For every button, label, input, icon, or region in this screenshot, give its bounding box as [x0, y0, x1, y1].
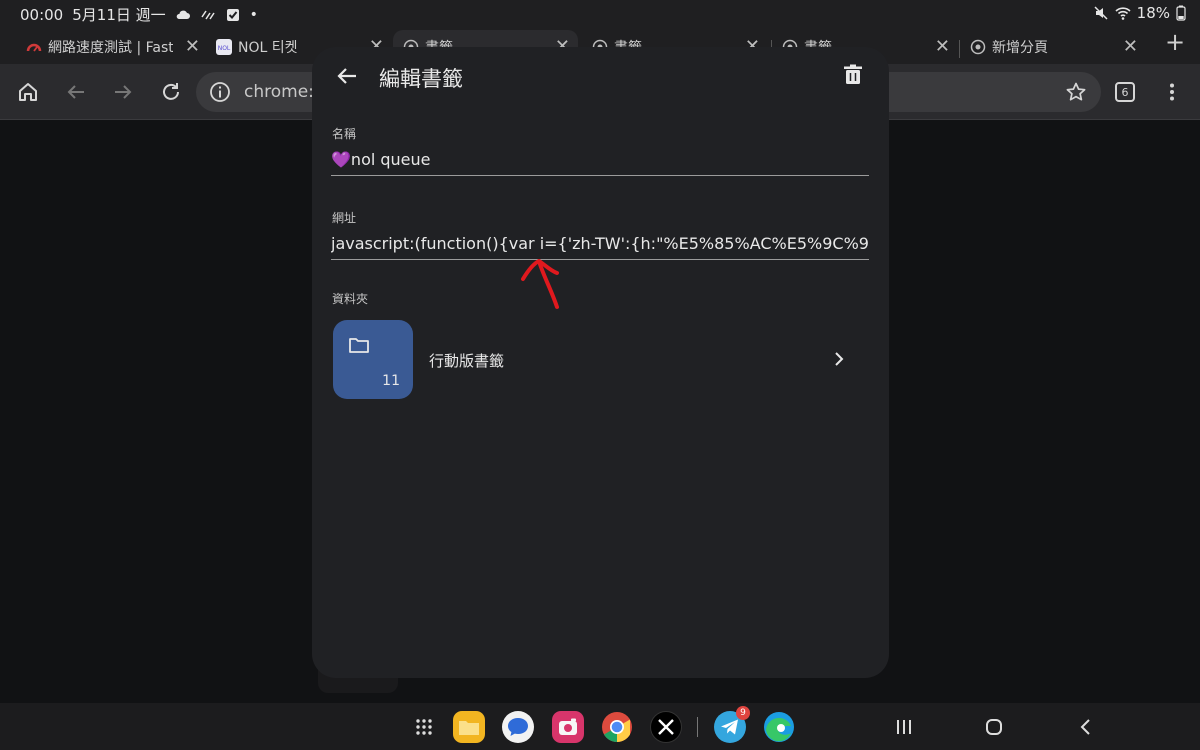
nol-logo-icon: NOL — [216, 39, 232, 55]
dock-divider — [697, 717, 698, 737]
site-info-icon[interactable] — [209, 81, 231, 103]
close-tab-icon[interactable]: ✕ — [1123, 36, 1138, 57]
close-tab-icon[interactable]: ✕ — [185, 36, 200, 57]
home-icon — [19, 83, 37, 101]
mute-icon — [1094, 6, 1108, 20]
status-date: 5月11日 週一 — [72, 6, 166, 24]
bookmark-star-icon[interactable] — [1065, 81, 1087, 103]
folder-icon — [349, 338, 369, 353]
folder-tile[interactable]: 11 — [333, 320, 413, 399]
status-time: 00:00 — [20, 5, 64, 24]
forward-arrow-icon — [115, 85, 132, 99]
back-arrow-icon — [337, 68, 356, 84]
delete-bookmark-button[interactable] — [841, 63, 865, 87]
dock-edge-app[interactable] — [763, 711, 795, 743]
dock-x-app[interactable] — [650, 711, 682, 743]
forward-button[interactable] — [109, 78, 137, 106]
folder-name: 行動版書籤 — [429, 352, 505, 370]
back-button[interactable] — [62, 78, 90, 106]
trash-icon — [844, 64, 862, 84]
system-nav-bar: 9 — [0, 703, 1200, 750]
back-arrow-icon — [67, 85, 84, 99]
edit-bookmark-dialog: 編輯書籤 名稱 💜nol queue 網址 javascript:(functi… — [312, 47, 889, 678]
more-vert-icon — [1170, 83, 1174, 101]
folder-label: 資料夾 — [332, 292, 369, 306]
back-chevron-icon — [1080, 719, 1090, 735]
url-underline — [331, 259, 869, 260]
more-notifications-dot-icon: • — [249, 6, 258, 23]
dock-files-app[interactable] — [453, 711, 485, 743]
dock-chrome-app[interactable] — [601, 711, 633, 743]
checkbox-notification-icon — [226, 8, 239, 21]
reload-button[interactable] — [157, 78, 185, 106]
chat-bubble-icon — [508, 718, 528, 736]
tab-new-tab[interactable]: 新增分頁 ✕ — [960, 30, 1146, 64]
new-tab-plus-icon[interactable]: + — [1165, 28, 1185, 56]
tab-title: 網路速度測試 | Fast.com — [48, 40, 173, 56]
name-underline — [331, 175, 869, 176]
fast-speedometer-icon — [26, 43, 42, 52]
my-files-folder-icon — [459, 721, 479, 735]
chrome-logo-icon — [970, 39, 986, 55]
name-input[interactable]: 💜nol queue — [331, 150, 869, 169]
home-button[interactable] — [14, 78, 42, 106]
reload-icon — [163, 83, 179, 100]
telegram-badge: 9 — [736, 706, 750, 720]
url-input[interactable]: javascript:(function(){var i={'zh-TW':{h… — [331, 234, 869, 253]
close-tab-icon[interactable]: ✕ — [935, 36, 950, 57]
red-annotation-arrow-icon — [521, 259, 559, 309]
status-bar: 00:00 5月11日 週一 • 18% — [0, 0, 1200, 26]
battery-level: 18% — [1136, 4, 1170, 22]
svg-text:NOL: NOL — [218, 45, 231, 52]
folder-item-count: 11 — [382, 373, 400, 389]
app-drawer-button[interactable] — [414, 717, 434, 737]
x-logo-icon — [658, 719, 674, 735]
wifi-icon — [1115, 7, 1131, 20]
battery-icon — [1176, 5, 1186, 21]
back-nav-button[interactable] — [1076, 717, 1096, 737]
menu-button[interactable] — [1158, 78, 1186, 106]
telegram-plane-icon — [721, 719, 738, 735]
recent-apps-button[interactable] — [894, 717, 914, 737]
chevron-right-icon[interactable] — [832, 351, 846, 367]
dialog-back-button[interactable] — [334, 63, 360, 89]
tab-title: 新增分頁 — [992, 40, 1048, 56]
tab-count: 6 — [1115, 82, 1135, 102]
recents-icon — [897, 720, 911, 734]
dialog-title: 編輯書籤 — [379, 67, 463, 91]
app-grid-icon — [416, 719, 432, 735]
home-nav-button[interactable] — [984, 717, 1004, 737]
url-label: 網址 — [332, 211, 357, 225]
tab-fast[interactable]: 網路速度測試 | Fast.com ✕ — [16, 30, 208, 64]
tab-switcher-button[interactable]: 6 — [1111, 78, 1139, 106]
dock-messages-app[interactable] — [502, 711, 534, 743]
dock-telegram-app[interactable]: 9 — [714, 706, 750, 743]
cloud-icon — [176, 10, 190, 19]
dock-camera-app[interactable] — [552, 711, 584, 743]
name-label: 名稱 — [332, 127, 357, 141]
chrome-logo-icon — [602, 712, 632, 742]
home-circle-icon — [986, 719, 1002, 735]
edge-logo-icon — [764, 712, 794, 742]
weather-icon — [201, 10, 215, 19]
camera-icon — [559, 718, 577, 735]
